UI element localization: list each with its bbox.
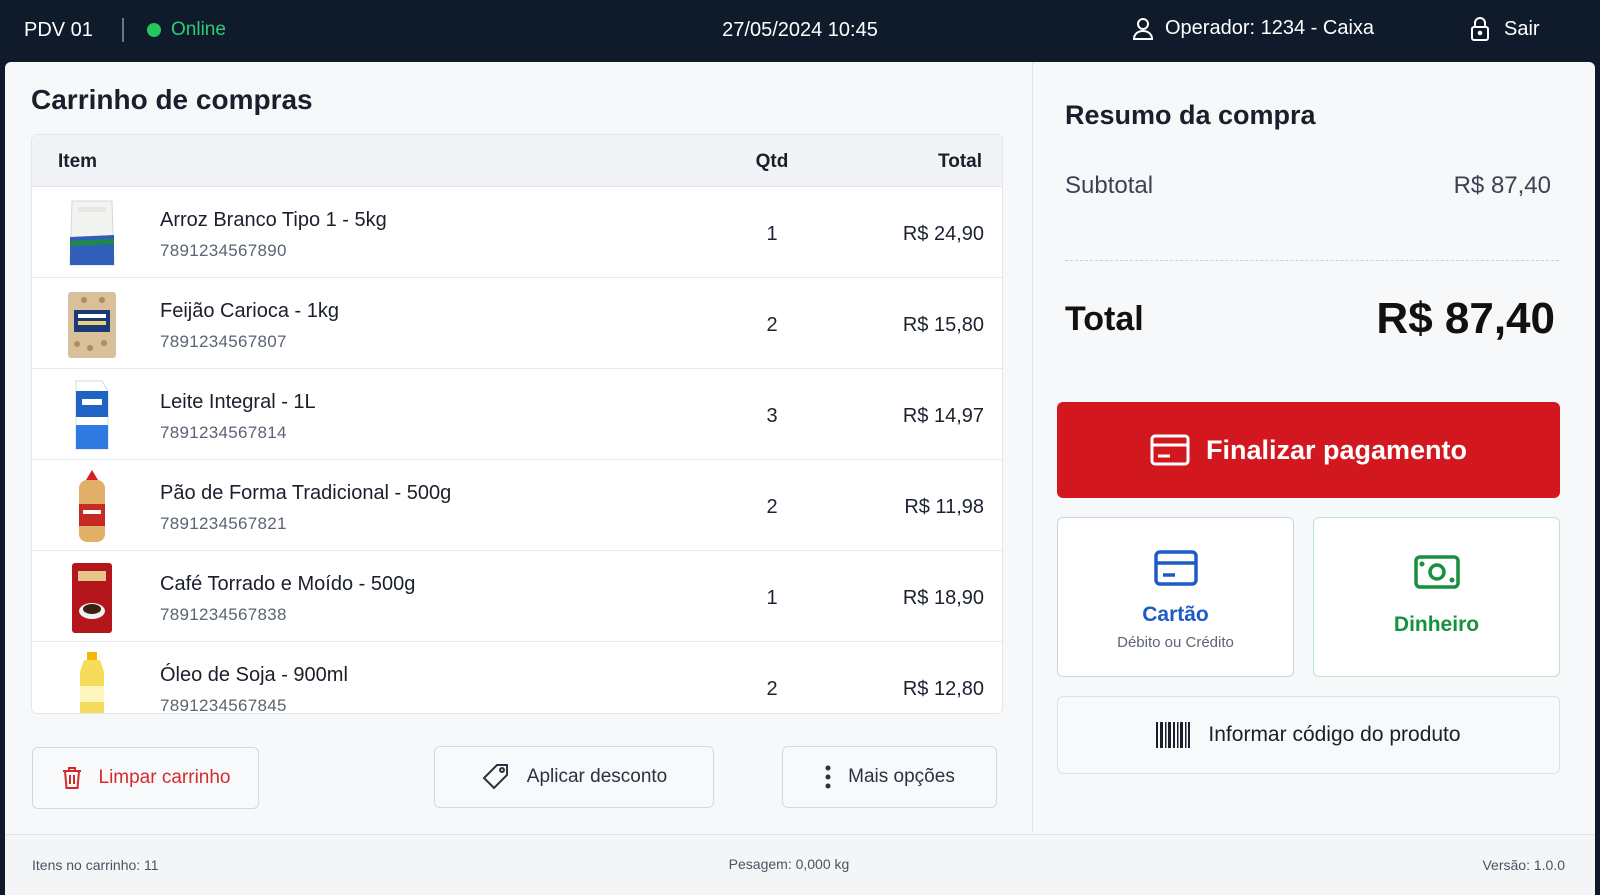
cart-row[interactable]: Arroz Branco Tipo 1 - 5kg 7891234567890 …	[32, 187, 1002, 278]
app-version: Versão: 1.0.0	[1482, 857, 1565, 873]
total-label: Total	[1065, 300, 1144, 338]
apply-discount-label: Aplicar desconto	[526, 766, 668, 787]
status-footer: Itens no carrinho: 11 Pesagem: 0,000 kg …	[5, 834, 1595, 895]
bread-loaf-icon	[79, 470, 105, 542]
clear-cart-button[interactable]: Limpar carrinho	[32, 747, 259, 809]
product-total: R$ 12,80	[902, 678, 984, 700]
apply-discount-button[interactable]: Aplicar desconto	[434, 746, 714, 808]
cart-table: Item Qtd Total Arroz Branco Tipo 1 - 5kg…	[31, 134, 1003, 714]
milk-carton-icon	[75, 380, 109, 450]
beans-bag-icon	[68, 292, 116, 358]
cart-row[interactable]: Pão de Forma Tradicional - 500g 78912345…	[32, 460, 1002, 551]
cart-row[interactable]: Leite Integral - 1L 7891234567814 3 R$ 1…	[32, 369, 1002, 460]
product-qty: 2	[766, 496, 778, 518]
product-total: R$ 18,90	[902, 587, 984, 609]
column-header-total: Total	[938, 151, 982, 172]
pay-card-label: Cartão	[1142, 603, 1209, 626]
lock-icon	[1471, 17, 1489, 41]
cart-row[interactable]: Feijão Carioca - 1kg 7891234567807 2 R$ …	[32, 278, 1002, 369]
oil-bottle-icon	[80, 652, 104, 713]
panel-divider	[1032, 62, 1033, 832]
product-total: R$ 15,80	[902, 314, 984, 336]
product-name: Leite Integral - 1L	[160, 391, 316, 413]
operator-info: Operador: 1234 - Caixa	[1133, 17, 1374, 40]
cash-icon	[1414, 555, 1460, 589]
summary-title: Resumo da compra	[1065, 100, 1316, 130]
connection-status: Online	[147, 19, 226, 41]
product-name: Café Torrado e Moído - 500g	[160, 573, 416, 595]
credit-card-icon	[1150, 434, 1190, 466]
finalize-payment-label: Finalizar pagamento	[1205, 434, 1468, 465]
enter-product-code-label: Informar código do produto	[1208, 723, 1461, 746]
datetime: 27/05/2024 10:45	[722, 19, 878, 41]
more-options-label: Mais opções	[848, 766, 955, 787]
logout-button[interactable]: Sair	[1470, 17, 1540, 41]
cart-title: Carrinho de compras	[31, 84, 313, 115]
column-header-item: Item	[58, 151, 98, 172]
subtotal-value: R$ 87,40	[1453, 172, 1551, 199]
barcode-icon	[1156, 722, 1191, 748]
product-name: Feijão Carioca - 1kg	[160, 300, 339, 322]
product-total: R$ 24,90	[902, 223, 984, 245]
pay-cash-label: Dinheiro	[1393, 613, 1480, 636]
top-bar: PDV 01 Online 27/05/2024 10:45 Operador:…	[0, 0, 1600, 62]
terminal-id: PDV 01	[24, 19, 93, 41]
rice-bag-icon	[69, 200, 115, 266]
product-total: R$ 11,98	[904, 496, 984, 518]
subtotal-label: Subtotal	[1065, 172, 1154, 199]
product-total: R$ 14,97	[902, 405, 984, 427]
product-barcode: 7891234567821	[160, 514, 287, 533]
finalize-payment-button[interactable]: Finalizar pagamento	[1057, 402, 1560, 498]
card-icon	[1154, 550, 1198, 586]
clear-cart-label: Limpar carrinho	[98, 767, 231, 788]
product-barcode: 7891234567838	[160, 605, 287, 624]
logout-label: Sair	[1504, 17, 1540, 40]
product-name: Pão de Forma Tradicional - 500g	[160, 482, 452, 504]
scale-weight: Pesagem: 0,000 kg	[728, 856, 850, 872]
summary-divider	[1065, 260, 1559, 261]
cart-table-header: Item Qtd Total	[32, 135, 1002, 187]
product-barcode: 7891234567890	[160, 241, 287, 260]
main-panel: Carrinho de compras Item Qtd Total Arroz…	[5, 62, 1595, 895]
trash-icon	[62, 767, 81, 789]
operator-label: Operador: 1234 - Caixa	[1165, 17, 1375, 39]
cart-row[interactable]: Café Torrado e Moído - 500g 789123456783…	[32, 551, 1002, 642]
product-barcode: 7891234567807	[160, 332, 287, 351]
product-barcode: 7891234567814	[160, 423, 287, 442]
product-name: Óleo de Soja - 900ml	[160, 664, 348, 686]
connection-status-label: Online	[171, 19, 226, 40]
column-header-qty: Qtd	[755, 151, 789, 172]
topbar-divider	[122, 18, 124, 42]
product-name: Arroz Branco Tipo 1 - 5kg	[160, 209, 387, 231]
product-qty: 1	[766, 587, 778, 609]
status-dot-icon	[147, 23, 161, 37]
more-options-button[interactable]: Mais opções	[782, 746, 997, 808]
cart-row[interactable]: Óleo de Soja - 900ml 7891234567845 2 R$ …	[32, 642, 1002, 714]
pay-card-sublabel: Débito ou Crédito	[1117, 634, 1234, 651]
pay-cash-button[interactable]: Dinheiro	[1313, 517, 1560, 677]
enter-product-code-button[interactable]: Informar código do produto	[1057, 696, 1560, 774]
product-qty: 2	[766, 314, 778, 336]
product-qty: 1	[766, 223, 778, 245]
coffee-pack-icon	[72, 563, 112, 633]
product-qty: 2	[766, 678, 778, 700]
more-vertical-icon	[825, 765, 831, 789]
product-qty: 3	[766, 405, 778, 427]
user-icon	[1133, 17, 1153, 40]
pay-card-button[interactable]: Cartão Débito ou Crédito	[1057, 517, 1294, 677]
product-barcode: 7891234567845	[160, 696, 287, 714]
tag-icon	[482, 764, 508, 790]
total-value: R$ 87,40	[1376, 294, 1555, 343]
